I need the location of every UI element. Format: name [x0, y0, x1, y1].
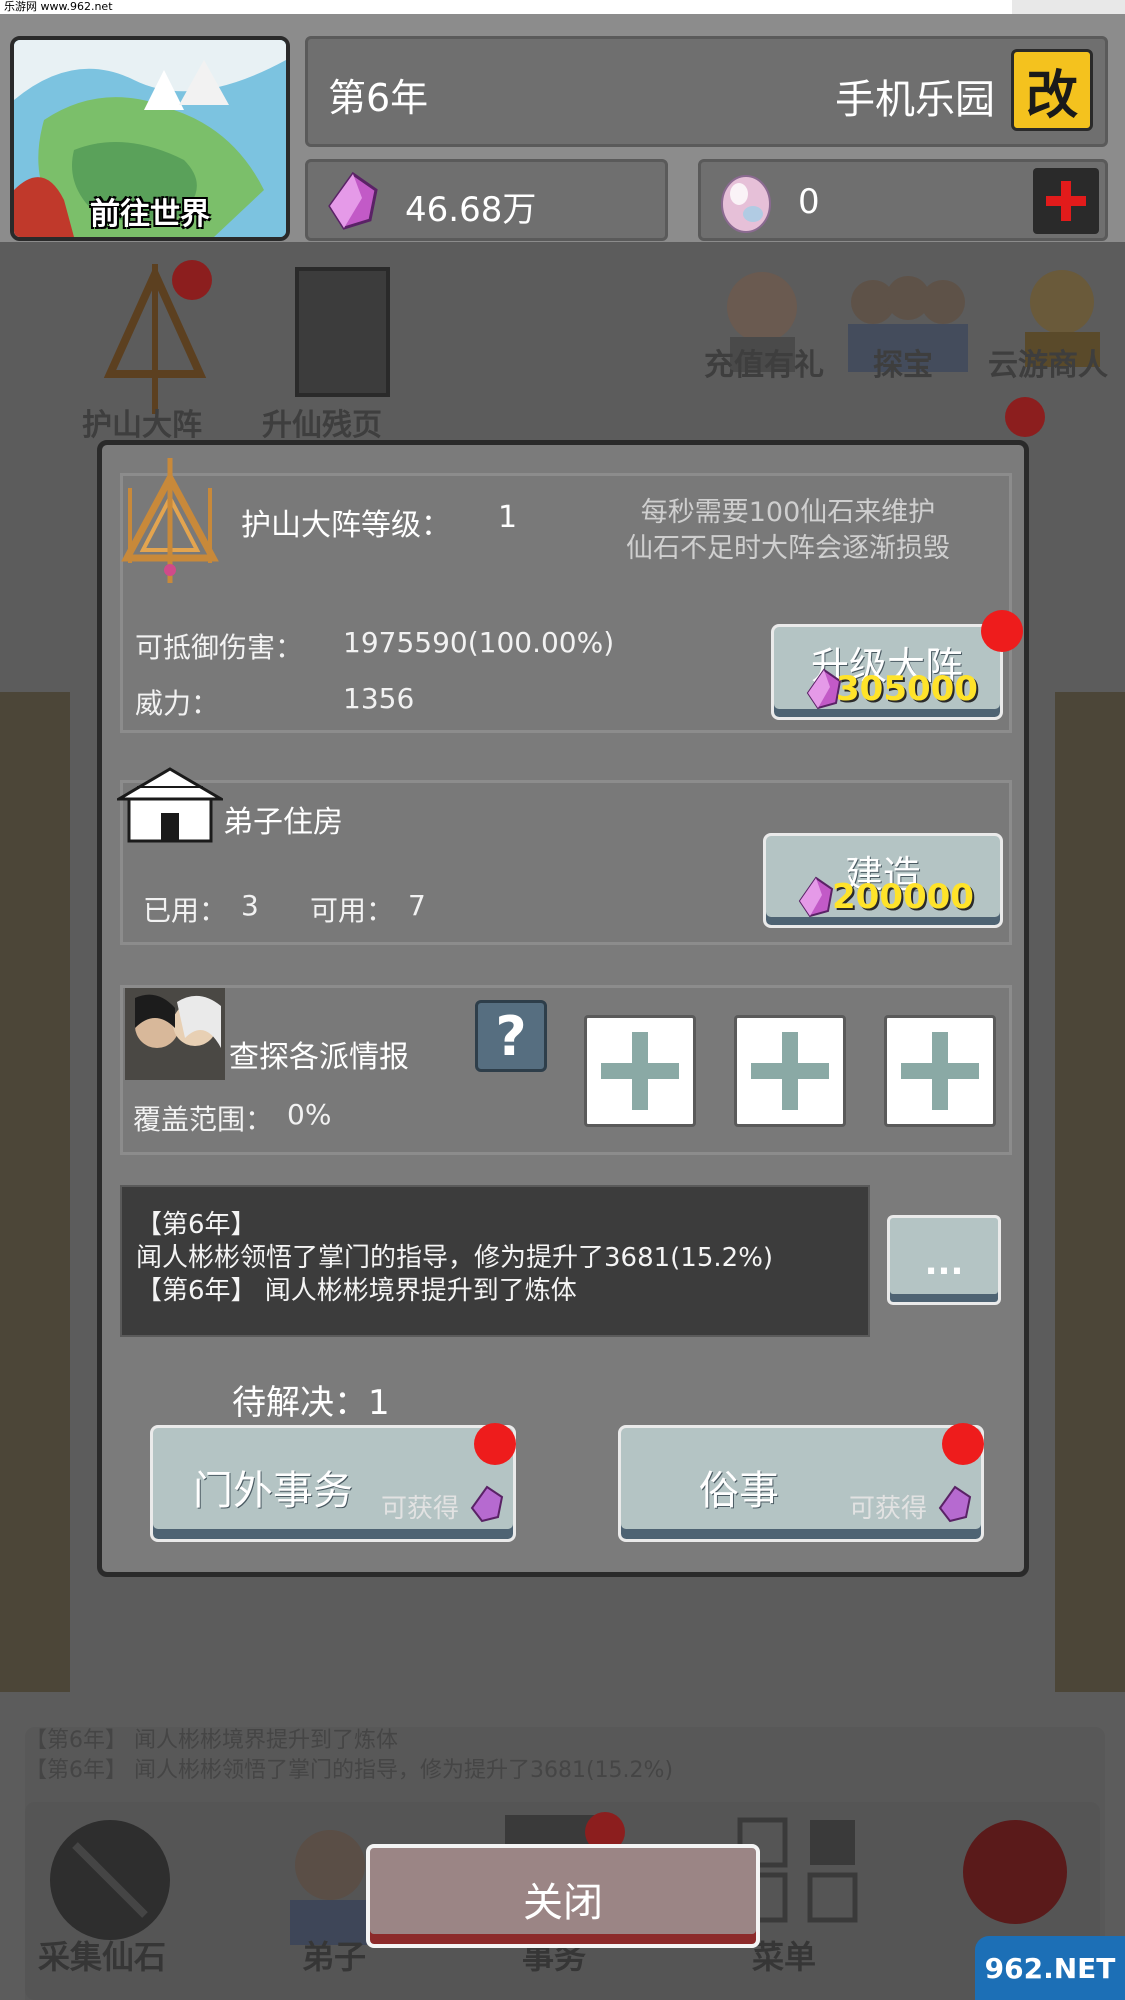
intel-slot-2[interactable] [734, 1015, 846, 1127]
site-name: 手机乐园 [835, 77, 995, 123]
pending-value: 1 [368, 1383, 390, 1423]
rename-button[interactable]: 改 [1011, 49, 1093, 131]
right-pillar [1055, 692, 1125, 1692]
bg-icon-formation: 护山大阵 [82, 408, 202, 443]
year-bar: 第6年 手机乐园 改 [305, 36, 1108, 147]
bg-formation-dot [172, 260, 212, 300]
outside-affairs-label: 门外事务 [193, 1468, 353, 1514]
bg-help-icon [963, 1820, 1067, 1924]
top-status-strip [1012, 0, 1125, 14]
outside-affairs-notify-dot [474, 1423, 516, 1465]
defense-value: 1975590(100.00%) [343, 626, 615, 659]
bg-nav-menu: 菜单 [752, 1938, 817, 1976]
housing-section: 弟子住房 已用： 3 可用： 7 建造 200000 [117, 767, 1012, 945]
add-slot-icon [901, 1032, 979, 1110]
bg-icon-gift: 充值有礼 [704, 348, 824, 383]
coverage-value: 0% [287, 1098, 332, 1131]
reward-stone-icon [470, 1485, 504, 1523]
formation-level-label: 护山大阵等级： [241, 508, 451, 543]
secular-affairs-label: 俗事 [699, 1468, 779, 1514]
intel-title: 查探各派情报 [229, 1040, 409, 1075]
upgrade-cost: 305000 [836, 669, 978, 709]
top-watermark-bar: 乐游网 www.962.net [0, 0, 1125, 14]
bg-scroll-icon [295, 267, 390, 397]
defense-label: 可抵御伤害： [135, 631, 304, 664]
power-label: 威力： [135, 687, 220, 720]
outside-affairs-reward-label: 可获得 [380, 1494, 459, 1524]
pending-count: 待解决：1 [232, 1375, 390, 1424]
house-icon [117, 767, 223, 843]
housing-title: 弟子住房 [223, 805, 343, 840]
formation-icon [121, 458, 219, 583]
spirit-stone-icon [328, 171, 378, 230]
formation-modal: 护山大阵等级： 1 每秒需要100仙石来维护 仙石不足时大阵会逐渐损毁 可抵御伤… [97, 440, 1029, 1577]
bg-log-line-1: 【第6年】 闻人彬彬境界提升到了炼体 [25, 1728, 398, 1753]
more-log-button[interactable]: ... [887, 1215, 1001, 1305]
game-header: 前往世界 第6年 手机乐园 改 46.68万 0 [0, 14, 1125, 242]
pending-label: 待解决： [232, 1383, 368, 1423]
spirit-stone-value: 46.68万 [405, 190, 537, 230]
add-slot-icon [751, 1032, 829, 1110]
bottom-watermark: 962.NET [975, 1936, 1125, 2000]
left-pillar [0, 692, 70, 1692]
close-label: 关闭 [523, 1880, 603, 1926]
spirit-stone-counter: 46.68万 [305, 159, 668, 241]
recharge-button[interactable] [1033, 168, 1099, 234]
log-line-1: 【第6年】 [136, 1210, 257, 1240]
close-button[interactable]: 关闭 [366, 1844, 760, 1948]
formation-section: 护山大阵等级： 1 每秒需要100仙石来维护 仙石不足时大阵会逐渐损毁 可抵御伤… [120, 458, 1023, 733]
build-cost: 200000 [832, 877, 974, 917]
formation-level-value: 1 [498, 500, 518, 535]
used-label: 已用： [143, 894, 228, 927]
maintenance-note-2: 仙石不足时大阵会逐渐损毁 [626, 533, 950, 564]
plus-icon [1046, 181, 1086, 221]
bg-nav-gather: 采集仙石 [38, 1938, 167, 1976]
log-line-2: 闻人彬彬领悟了掌门的指导，修为提升了3681(15.2%) [136, 1243, 774, 1273]
bg-icon-treasure: 探宝 [873, 348, 933, 383]
scouts-avatar [125, 988, 225, 1080]
world-button-label: 前往世界 [90, 197, 210, 232]
log-line-3: 【第6年】 闻人彬彬境界提升到了炼体 [136, 1276, 577, 1306]
bg-icon-merchant: 云游商人 [988, 348, 1108, 383]
intel-help-button[interactable]: ? [475, 1000, 547, 1072]
upgrade-notify-dot [981, 610, 1023, 652]
intel-slot-1[interactable] [584, 1015, 696, 1127]
outside-affairs-button[interactable]: 门外事务 可获得 [150, 1425, 516, 1542]
world-map-button[interactable]: 前往世界 [10, 36, 290, 241]
secular-affairs-button[interactable]: 俗事 可获得 [618, 1425, 984, 1542]
reward-stone-icon [938, 1485, 972, 1523]
bg-merchant-dot [1005, 397, 1045, 437]
power-value: 1356 [343, 682, 415, 715]
orb-counter: 0 [698, 159, 1108, 241]
year-text: 第6年 [328, 76, 429, 120]
bg-log-line-2: 【第6年】 闻人彬彬领悟了掌门的指导，修为提升了3681(15.2%) [25, 1758, 674, 1783]
secular-affairs-reward-label: 可获得 [848, 1494, 927, 1524]
coverage-label: 覆盖范围： [133, 1103, 274, 1136]
upgrade-formation-button[interactable]: 升级大阵 305000 [771, 624, 1003, 720]
secular-affairs-notify-dot [942, 1423, 984, 1465]
spirit-orb-icon [721, 175, 771, 233]
build-button[interactable]: 建造 200000 [763, 833, 1003, 928]
intel-section: 查探各派情报 ? 覆盖范围： 0% [120, 985, 1012, 1155]
top-watermark-text: 乐游网 www.962.net [0, 0, 117, 14]
bg-nav-disciple: 弟子 [302, 1938, 367, 1976]
maintenance-note-1: 每秒需要100仙石来维护 [640, 497, 936, 528]
bg-pickaxe-icon [50, 1820, 170, 1940]
used-value: 3 [241, 889, 259, 922]
event-log: 【第6年】 闻人彬彬领悟了掌门的指导，修为提升了3681(15.2%) 【第6年… [120, 1185, 870, 1337]
available-value: 7 [408, 889, 426, 922]
orb-value: 0 [798, 182, 820, 222]
add-slot-icon [601, 1032, 679, 1110]
bg-icon-scroll: 升仙残页 [262, 408, 382, 443]
available-label: 可用： [310, 894, 395, 927]
intel-slot-3[interactable] [884, 1015, 996, 1127]
